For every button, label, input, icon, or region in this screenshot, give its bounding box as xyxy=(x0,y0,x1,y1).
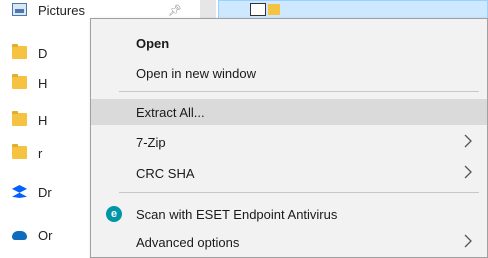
menu-separator xyxy=(119,192,479,193)
nav-item-label: D xyxy=(38,45,48,61)
nav-item-label: Dr xyxy=(38,184,52,200)
folder-icon xyxy=(12,44,27,59)
menu-separator xyxy=(119,91,479,92)
folder-icon xyxy=(12,74,27,89)
menu-item-eset-scan[interactable]: e Scan with ESET Endpoint Antivirus xyxy=(91,201,487,227)
nav-item-folder-h1[interactable]: H xyxy=(12,73,48,93)
chevron-right-icon xyxy=(464,234,472,248)
nav-item-pictures[interactable]: Pictures xyxy=(12,0,85,20)
menu-item-7zip[interactable]: 7-Zip xyxy=(91,129,487,155)
chevron-right-icon xyxy=(464,165,472,179)
nav-item-folder-h2[interactable]: H xyxy=(12,110,48,130)
nav-item-onedrive[interactable]: Or xyxy=(12,225,53,245)
menu-item-open-new-window[interactable]: Open in new window xyxy=(91,60,487,86)
menu-item-label: 7-Zip xyxy=(136,134,166,150)
nav-item-folder-d[interactable]: D xyxy=(12,43,48,63)
onedrive-icon xyxy=(12,231,27,240)
menu-item-label: Open xyxy=(136,35,170,51)
nav-item-label: Or xyxy=(38,227,53,243)
context-menu: Open Open in new window Extract All... 7… xyxy=(90,18,488,258)
pin-icon: 📌︎ xyxy=(168,5,182,17)
file-icon xyxy=(250,3,266,16)
nav-item-folder-r[interactable]: r xyxy=(12,143,43,163)
menu-item-extract-all[interactable]: Extract All... xyxy=(91,99,487,125)
navigation-pane: Pictures D H H r Dr Or xyxy=(0,0,90,255)
nav-item-dropbox[interactable]: Dr xyxy=(12,182,52,202)
menu-item-advanced-options[interactable]: Advanced options xyxy=(91,229,487,255)
nav-item-label: H xyxy=(38,75,48,91)
nav-item-label: Pictures xyxy=(38,2,85,18)
nav-item-label: r xyxy=(38,145,43,161)
menu-item-crc-sha[interactable]: CRC SHA xyxy=(91,160,487,186)
folder-icon xyxy=(12,111,27,126)
eset-icon: e xyxy=(106,206,122,222)
menu-item-label: CRC SHA xyxy=(136,165,195,181)
menu-item-label: Open in new window xyxy=(136,65,256,81)
scrollbar[interactable] xyxy=(200,0,216,18)
menu-item-label: Advanced options xyxy=(136,234,240,250)
pictures-icon xyxy=(12,3,27,16)
menu-item-label: Scan with ESET Endpoint Antivirus xyxy=(136,206,338,222)
nav-item-label: H xyxy=(38,112,48,128)
folder-icon xyxy=(12,144,27,159)
menu-item-open[interactable]: Open xyxy=(91,30,487,56)
menu-item-label: Extract All... xyxy=(136,104,205,120)
dropbox-icon xyxy=(12,185,27,198)
chevron-right-icon xyxy=(464,134,472,148)
folder-icon xyxy=(268,4,280,15)
